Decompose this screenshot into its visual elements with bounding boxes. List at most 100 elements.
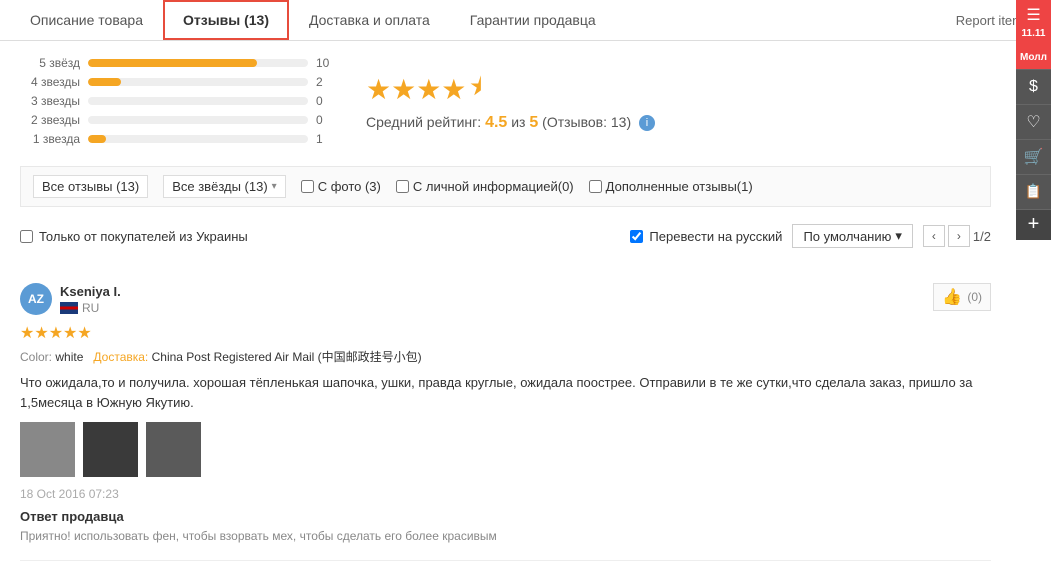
tab-reviews[interactable]: Отзывы (13): [163, 0, 289, 40]
avg-value: 4.5: [485, 114, 507, 131]
avg-label: Средний рейтинг:: [366, 114, 481, 130]
chevron-down-icon: ▾: [272, 181, 277, 192]
sidebar-molls-label[interactable]: Молл: [1016, 46, 1051, 70]
main-content: 5 звёзд 10 4 звезды 2 3 звезды 0 2 звезд…: [0, 41, 1011, 576]
avatar: AZ: [20, 283, 52, 315]
thumbs-up-icon: 👍: [942, 287, 962, 307]
review-image-1[interactable]: [20, 422, 75, 477]
sidebar-add-button[interactable]: +: [1016, 210, 1051, 240]
with-photo-checkbox[interactable]: [301, 180, 314, 193]
filter-bar: Все отзывы (13) Все звёзды (13) ▾ С фото…: [20, 166, 991, 207]
review-images: [20, 422, 991, 477]
review-item: AZ Kseniya I. RU 👍 (0): [20, 268, 991, 561]
review-count: 13: [611, 114, 627, 130]
next-page-button[interactable]: ›: [948, 225, 970, 247]
bar-row: 2 звезды 0: [20, 113, 336, 127]
stars-large: ★★★★⯨: [366, 76, 655, 104]
bar-track: [88, 78, 308, 86]
bar-row: 5 звёзд 10: [20, 56, 336, 70]
bar-label: 1 звезда: [20, 132, 80, 146]
page-info: 1/2: [973, 229, 991, 244]
ukraine-only-checkbox[interactable]: [20, 230, 33, 243]
bar-fill: [88, 78, 121, 86]
ukraine-only-label: Только от покупателей из Украины: [39, 229, 248, 244]
bar-label: 4 звезды: [20, 75, 80, 89]
rating-summary: ★★★★⯨ Средний рейтинг: 4.5 из 5 (Отзывов…: [366, 56, 655, 151]
seller-response-title: Ответ продавца: [20, 509, 991, 524]
flag-icon: [60, 302, 78, 314]
bar-row: 1 звезда 1: [20, 132, 336, 146]
tab-seller[interactable]: Гарантии продавца: [450, 0, 616, 40]
reviewer-name-col: Kseniya I. RU: [60, 284, 121, 315]
pagination: ‹ › 1/2: [923, 225, 991, 247]
sidebar-heart-icon[interactable]: ♡: [1016, 105, 1051, 140]
seller-response-text: Приятно! использовать фен, чтобы взорват…: [20, 528, 991, 545]
rating-section: 5 звёзд 10 4 звезды 2 3 звезды 0 2 звезд…: [20, 56, 991, 151]
additional-filter[interactable]: Дополненные отзывы(1): [589, 179, 753, 194]
translate-label: Перевести на русский: [649, 229, 782, 244]
translate-check[interactable]: Перевести на русский: [630, 229, 782, 244]
bar-count: 0: [316, 94, 336, 108]
bar-fill: [88, 59, 257, 67]
page-wrapper: Описание товара Отзывы (13) Доставка и о…: [0, 0, 1051, 576]
reviews-label: Отзывов:: [547, 114, 607, 130]
with-photo-filter[interactable]: С фото (3): [301, 179, 381, 194]
tabs-bar: Описание товара Отзывы (13) Доставка и о…: [0, 0, 1051, 41]
color-value: white: [55, 350, 83, 364]
out-of-label: из: [511, 114, 525, 130]
bar-track: [88, 135, 308, 143]
options-bar: Только от покупателей из Украины Перевес…: [20, 219, 991, 253]
sort-dropdown[interactable]: По умолчанию ▾: [792, 224, 912, 248]
with-info-checkbox[interactable]: [396, 180, 409, 193]
color-label: Color:: [20, 350, 52, 364]
bar-fill: [88, 135, 106, 143]
bar-track: [88, 59, 308, 67]
all-stars-dropdown[interactable]: Все звёзды (13) ▾: [163, 175, 285, 198]
bar-track: [88, 97, 308, 105]
delivery-label: Доставка:: [93, 350, 148, 364]
like-button[interactable]: 👍 (0): [933, 283, 991, 311]
delivery-value: China Post Registered Air Mail (中国邮政挂号小包…: [152, 350, 422, 364]
prev-page-button[interactable]: ‹: [923, 225, 945, 247]
reviewer-name: Kseniya I.: [60, 284, 121, 299]
promo-banner[interactable]: ☰ 11.11: [1016, 0, 1051, 46]
avg-rating-text: Средний рейтинг: 4.5 из 5 (Отзывов: 13) …: [366, 114, 655, 132]
tab-description[interactable]: Описание товара: [10, 0, 163, 40]
chevron-down-icon: ▾: [895, 228, 902, 244]
bar-track: [88, 116, 308, 124]
content-area: 5 звёзд 10 4 звезды 2 3 звезды 0 2 звезд…: [0, 41, 1011, 576]
additional-checkbox[interactable]: [589, 180, 602, 193]
review-image-3[interactable]: [146, 422, 201, 477]
bar-count: 0: [316, 113, 336, 127]
review-text: Что ожидала,то и получила. хорошая тёпле…: [20, 373, 991, 412]
translate-checkbox[interactable]: [630, 230, 643, 243]
with-info-filter[interactable]: С личной информацией(0): [396, 179, 574, 194]
out-of-value: 5: [529, 114, 538, 131]
sidebar-cart-icon[interactable]: 🛒: [1016, 140, 1051, 175]
bar-label: 3 звезды: [20, 94, 80, 108]
bar-label: 5 звёзд: [20, 56, 80, 70]
bar-count: 1: [316, 132, 336, 146]
bar-count: 2: [316, 75, 336, 89]
sidebar-clipboard-icon[interactable]: 📋: [1016, 175, 1051, 210]
review-stars: ★★★★★: [20, 323, 991, 343]
reviewer-country: RU: [60, 301, 121, 315]
all-reviews-dropdown[interactable]: Все отзывы (13): [33, 175, 148, 198]
review-image-2[interactable]: [83, 422, 138, 477]
review-date: 18 Oct 2016 07:23: [20, 487, 991, 501]
like-count: (0): [967, 290, 982, 304]
seller-response: Ответ продавца Приятно! использовать фен…: [20, 509, 991, 545]
review-meta: Color: white Доставка: China Post Regist…: [20, 348, 991, 365]
rating-bars: 5 звёзд 10 4 звезды 2 3 звезды 0 2 звезд…: [20, 56, 336, 151]
bar-count: 10: [316, 56, 336, 70]
bar-row: 4 звезды 2: [20, 75, 336, 89]
review-header: AZ Kseniya I. RU 👍 (0): [20, 283, 991, 315]
options-right: Перевести на русский По умолчанию ▾ ‹ › …: [630, 224, 991, 248]
info-icon[interactable]: i: [639, 115, 655, 131]
tab-delivery[interactable]: Доставка и оплата: [289, 0, 450, 40]
right-sidebar: ☰ 11.11 Молл $ ♡ 🛒 📋 +: [1016, 0, 1051, 240]
bar-label: 2 звезды: [20, 113, 80, 127]
sidebar-dollar-icon[interactable]: $: [1016, 70, 1051, 105]
options-left: Только от покупателей из Украины: [20, 229, 248, 244]
reviewer-info: AZ Kseniya I. RU: [20, 283, 121, 315]
